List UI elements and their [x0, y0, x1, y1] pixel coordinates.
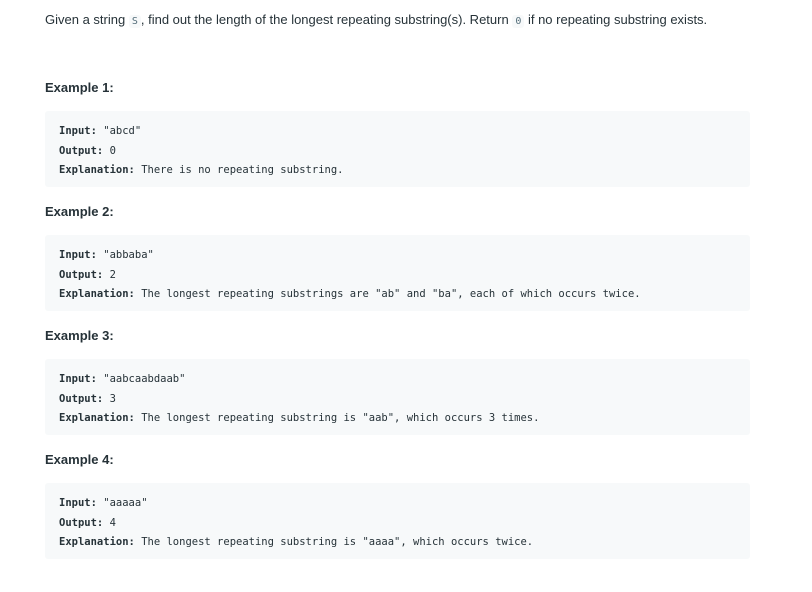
explanation-value: The longest repeating substring is "aaaa… [141, 536, 534, 548]
example-1-explanation-line: Explanation: There is no repeating subst… [59, 161, 736, 181]
output-value: 4 [109, 516, 116, 529]
intro-text-start: Given a string [45, 12, 129, 27]
problem-statement: Given a string S, find out the length of… [45, 11, 707, 31]
example-2-explanation-line: Explanation: The longest repeating subst… [59, 285, 736, 305]
input-value: "abbaba" [103, 249, 154, 261]
output-label: Output: [59, 516, 104, 529]
example-2-output-line: Output: 2 [59, 266, 736, 286]
example-1-output-line: Output: 0 [59, 142, 736, 162]
example-1-input-line: Input: "abcd" [59, 122, 736, 142]
output-label: Output: [59, 268, 104, 281]
explanation-value: The longest repeating substrings are "ab… [141, 288, 641, 300]
input-value: "aabcaabdaab" [103, 373, 186, 385]
inline-code-s: S [128, 15, 141, 28]
output-value: 0 [109, 144, 116, 157]
example-1-block: Input: "abcd" Output: 0 Explanation: The… [45, 111, 750, 187]
explanation-value: There is no repeating substring. [141, 164, 344, 176]
explanation-label: Explanation: [59, 288, 135, 300]
intro-text-end: if no repeating substring exists. [524, 12, 708, 27]
output-label: Output: [59, 144, 104, 157]
example-4-output-line: Output: 4 [59, 514, 736, 534]
example-3-explanation-line: Explanation: The longest repeating subst… [59, 409, 736, 429]
example-3-input-line: Input: "aabcaabdaab" [59, 370, 736, 390]
example-4-heading: Example 4: [45, 452, 114, 467]
output-label: Output: [59, 392, 104, 405]
example-2-block: Input: "abbaba" Output: 2 Explanation: T… [45, 235, 750, 311]
example-3-block: Input: "aabcaabdaab" Output: 3 Explanati… [45, 359, 750, 435]
intro-text-middle: , find out the length of the longest rep… [140, 12, 513, 27]
input-label: Input: [59, 497, 97, 509]
example-4-input-line: Input: "aaaaa" [59, 494, 736, 514]
input-label: Input: [59, 249, 97, 261]
output-value: 3 [109, 392, 116, 405]
explanation-value: The longest repeating substring is "aab"… [141, 412, 540, 424]
example-3-heading: Example 3: [45, 328, 114, 343]
explanation-label: Explanation: [59, 412, 135, 424]
explanation-label: Explanation: [59, 536, 135, 548]
example-2-heading: Example 2: [45, 204, 114, 219]
inline-code-zero: 0 [512, 15, 525, 28]
input-value: "aaaaa" [103, 497, 148, 509]
input-value: "abcd" [103, 125, 142, 137]
output-value: 2 [109, 268, 116, 281]
example-3-output-line: Output: 3 [59, 390, 736, 410]
input-label: Input: [59, 373, 97, 385]
example-4-explanation-line: Explanation: The longest repeating subst… [59, 533, 736, 553]
example-4-block: Input: "aaaaa" Output: 4 Explanation: Th… [45, 483, 750, 559]
explanation-label: Explanation: [59, 164, 135, 176]
example-2-input-line: Input: "abbaba" [59, 246, 736, 266]
example-1-heading: Example 1: [45, 80, 114, 95]
input-label: Input: [59, 125, 97, 137]
